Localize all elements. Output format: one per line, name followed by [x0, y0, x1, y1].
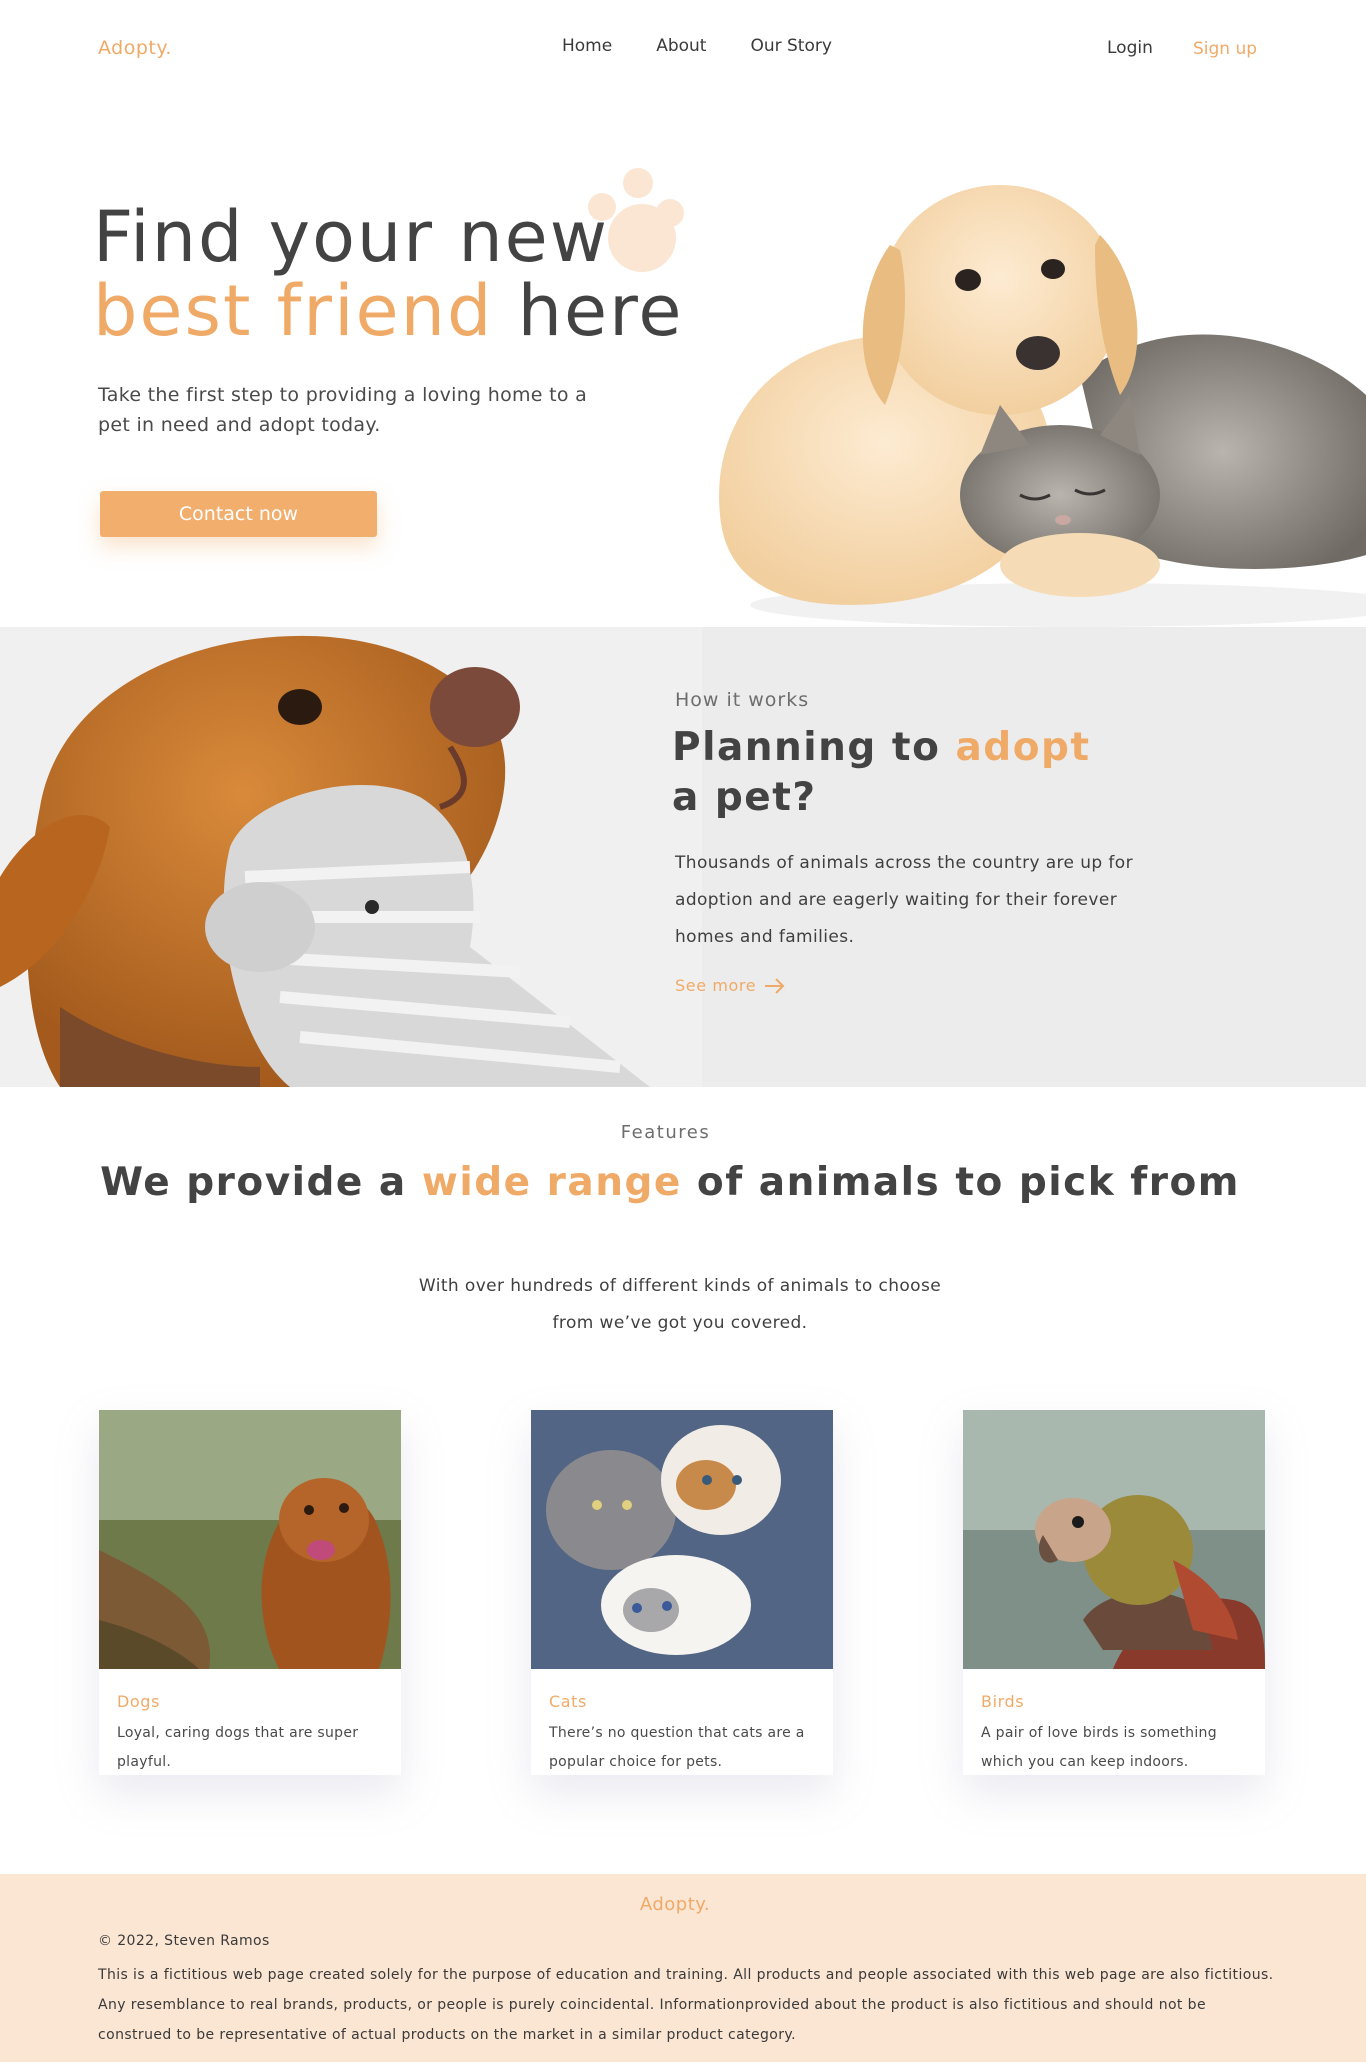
footer: Adopty. © 2022, Steven Ramos This is a f…: [0, 1874, 1366, 2062]
nav-link-home[interactable]: Home: [562, 36, 612, 56]
features-title-accent: wide range: [421, 1160, 682, 1205]
top-nav: Adopty. Home About Our Story Login Sign …: [0, 0, 1366, 100]
see-more-label: See more: [675, 976, 757, 995]
card-desc-birds: A pair of love birds is something which …: [981, 1725, 1217, 1770]
features-subtitle: With over hundreds of different kinds of…: [0, 1268, 1360, 1342]
how-title-accent: adopt: [955, 725, 1091, 770]
features-title-after: of animals to pick from: [681, 1160, 1240, 1205]
card-title-birds: Birds: [981, 1692, 1025, 1711]
signup-link[interactable]: Sign up: [1193, 39, 1257, 59]
bird-photo: [963, 1410, 1265, 1669]
hero-title-accent: best friend: [93, 270, 494, 352]
card-title-cats: Cats: [549, 1692, 587, 1711]
how-it-works-label: How it works: [675, 689, 810, 711]
animal-card-birds[interactable]: Birds A pair of love birds is something …: [963, 1410, 1265, 1775]
animal-card-dogs[interactable]: Dogs Loyal, caring dogs that are super p…: [99, 1410, 401, 1775]
dog-photo: [99, 1410, 401, 1669]
arrow-right-icon: [765, 977, 785, 994]
hero-title: Find your new best friend here: [93, 200, 683, 348]
nav-link-about[interactable]: About: [656, 36, 706, 56]
login-link[interactable]: Login: [1107, 38, 1153, 58]
card-title-dogs: Dogs: [117, 1692, 161, 1711]
hero-title-rest: here: [493, 270, 684, 352]
card-desc-dogs: Loyal, caring dogs that are super playfu…: [117, 1725, 359, 1770]
how-title-before: Planning to: [672, 725, 956, 770]
nav-links: Home About Our Story: [562, 36, 832, 56]
nav-link-our-story[interactable]: Our Story: [750, 36, 831, 56]
footer-disclaimer: This is a fictitious web page created so…: [98, 1967, 1274, 2043]
how-it-works-section: How it works Planning to adopt a pet? Th…: [0, 627, 1366, 1087]
how-it-works-title: Planning to adopt a pet?: [672, 723, 1132, 823]
card-desc-cats: There’s no question that cats are a popu…: [549, 1725, 805, 1770]
hero-title-line1: Find your new: [93, 196, 609, 278]
dog-with-toy-image: [0, 627, 702, 1087]
footer-logo[interactable]: Adopty.: [0, 1894, 1350, 1915]
hero-subtitle: Take the first step to providing a lovin…: [98, 384, 588, 436]
footer-copyright: © 2022, Steven Ramos: [98, 1933, 270, 1949]
animal-card-cats[interactable]: Cats There’s no question that cats are a…: [531, 1410, 833, 1775]
features-label: Features: [620, 1122, 711, 1143]
features-subtitle-line1: With over hundreds of different kinds of…: [418, 1276, 942, 1296]
brand-logo[interactable]: Adopty.: [98, 37, 172, 59]
cats-photo: [531, 1410, 833, 1669]
contact-now-button[interactable]: Contact now: [100, 491, 377, 537]
features-title: We provide a wide range of animals to pi…: [0, 1157, 1340, 1208]
features-title-before: We provide a: [100, 1160, 422, 1205]
features-subtitle-line2: from we’ve got you covered.: [552, 1313, 808, 1333]
hero-puppy-kitten-image: [719, 185, 1366, 627]
how-it-works-text: Thousands of animals across the country …: [675, 853, 1133, 947]
see-more-link[interactable]: See more: [675, 976, 786, 995]
how-title-after: a pet?: [672, 775, 817, 820]
